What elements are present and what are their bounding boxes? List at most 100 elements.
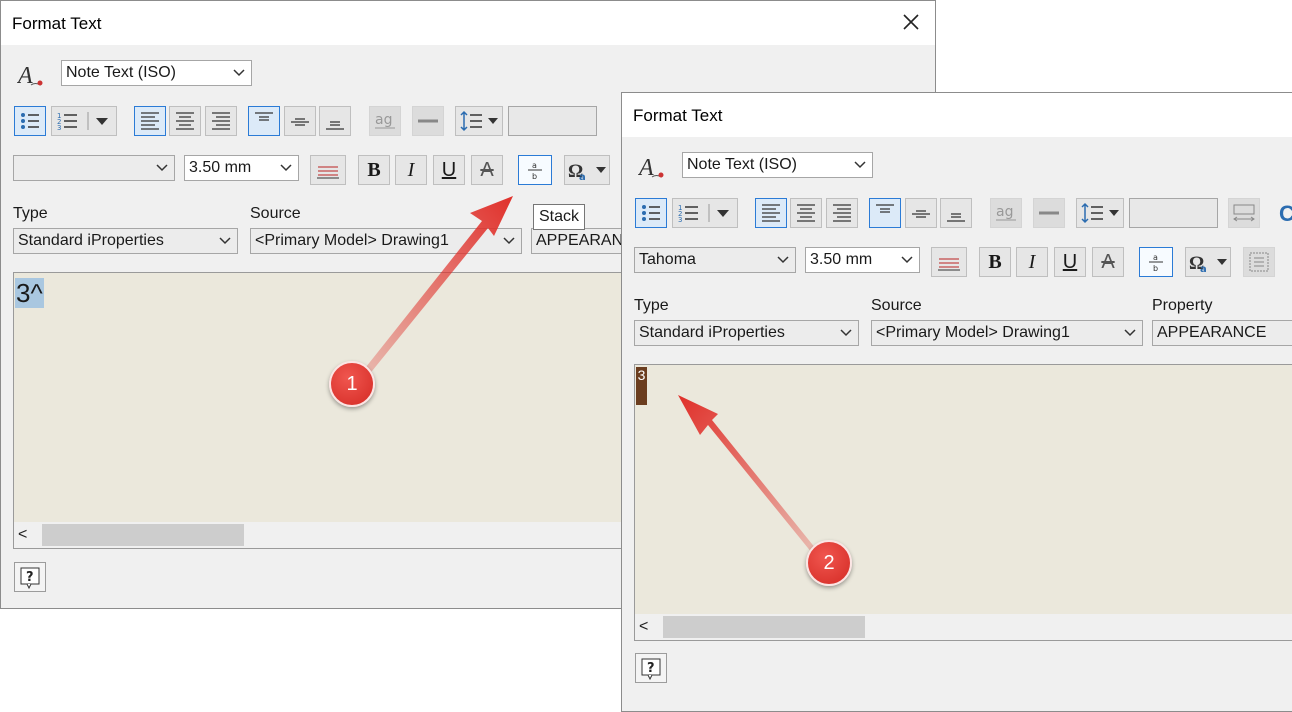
underline-icon: U <box>1062 250 1078 273</box>
align-top-button[interactable] <box>248 106 280 136</box>
numbered-list-button[interactable]: 123 <box>51 106 117 136</box>
svg-text:3: 3 <box>57 124 61 132</box>
line-spacing-value[interactable] <box>508 106 597 136</box>
bullet-list-button[interactable] <box>635 198 667 228</box>
text-editor[interactable]: 3 < <box>634 364 1292 641</box>
case-icon: ag <box>996 204 1016 221</box>
source-combo[interactable]: <Primary Model> Drawing1 <box>250 228 522 254</box>
scroll-left-icon[interactable]: < <box>639 618 648 636</box>
align-left-button[interactable] <box>134 106 166 136</box>
strikethrough-button[interactable]: A <box>1092 247 1124 277</box>
type-combo[interactable]: Standard iProperties <box>634 320 859 346</box>
text-style-value: Note Text (ISO) <box>66 64 176 81</box>
stack-tooltip: Stack <box>533 204 586 230</box>
stack-button[interactable]: ab <box>1139 247 1173 277</box>
scroll-thumb[interactable] <box>42 524 244 546</box>
size-value: 3.50 mm <box>810 251 873 268</box>
align-top-button[interactable] <box>869 198 901 228</box>
source-combo[interactable]: <Primary Model> Drawing1 <box>871 320 1143 346</box>
align-bottom-button[interactable] <box>940 198 972 228</box>
type-label: Type <box>634 297 669 314</box>
layers-icon <box>938 258 960 271</box>
editor-text: 3^ <box>15 278 44 308</box>
case-button[interactable]: ag <box>990 198 1022 228</box>
title-bar: Format Text <box>1 1 935 45</box>
font-combo[interactable] <box>13 155 175 181</box>
align-right-button[interactable] <box>205 106 237 136</box>
line-spacing-button[interactable] <box>455 106 503 136</box>
align-bottom-icon <box>326 121 344 130</box>
chevron-down-icon <box>233 69 245 77</box>
stack-icon: ab <box>528 161 542 181</box>
strikethrough-icon: A <box>480 158 494 181</box>
text-fit-button[interactable] <box>1228 198 1260 228</box>
svg-text:b: b <box>1153 264 1158 273</box>
line-spacing-value[interactable] <box>1129 198 1218 228</box>
line-spacing-icon <box>1081 202 1119 224</box>
help-button[interactable]: ? <box>14 562 46 592</box>
text-editor[interactable]: 3^ < <box>13 272 653 549</box>
numbered-list-button[interactable]: 123 <box>672 198 738 228</box>
case-button[interactable]: ag <box>369 106 401 136</box>
text-style-combo[interactable]: Note Text (ISO) <box>682 152 873 178</box>
type-value: Standard iProperties <box>18 232 164 249</box>
more-tools-icon[interactable]: C <box>1279 201 1292 227</box>
size-combo[interactable]: 3.50 mm <box>805 247 920 273</box>
align-center-icon <box>797 204 815 222</box>
align-right-button[interactable] <box>826 198 858 228</box>
bold-icon: B <box>367 158 381 181</box>
text-style-combo[interactable]: Note Text (ISO) <box>61 60 252 86</box>
svg-text:?: ? <box>26 570 34 585</box>
align-middle-button[interactable] <box>905 198 937 228</box>
line-button[interactable] <box>1033 198 1065 228</box>
chevron-down-icon <box>1124 329 1136 337</box>
align-center-button[interactable] <box>790 198 822 228</box>
symbol-button[interactable]: Ωa <box>564 155 610 185</box>
layers-button[interactable] <box>931 247 967 277</box>
bold-button[interactable]: B <box>358 155 390 185</box>
layers-button[interactable] <box>310 155 346 185</box>
svg-text:3: 3 <box>678 216 682 224</box>
bullet-list-button[interactable] <box>14 106 46 136</box>
align-middle-button[interactable] <box>284 106 316 136</box>
chevron-down-icon <box>840 329 852 337</box>
source-value: <Primary Model> Drawing1 <box>255 232 449 249</box>
type-combo[interactable]: Standard iProperties <box>13 228 238 254</box>
horizontal-scrollbar[interactable]: < <box>14 522 652 548</box>
italic-icon: I <box>1028 250 1036 273</box>
help-button[interactable]: ? <box>635 653 667 683</box>
align-bottom-button[interactable] <box>319 106 351 136</box>
text-box-button[interactable] <box>1243 247 1275 277</box>
scroll-left-icon[interactable]: < <box>18 526 27 544</box>
align-center-button[interactable] <box>169 106 201 136</box>
symbol-button[interactable]: Ωa <box>1185 247 1231 277</box>
stack-button[interactable]: ab <box>518 155 552 185</box>
size-combo[interactable]: 3.50 mm <box>184 155 299 181</box>
close-icon[interactable] <box>901 12 921 32</box>
stacked-text: 3 <box>636 367 647 405</box>
underline-button[interactable]: U <box>433 155 465 185</box>
italic-button[interactable]: I <box>1016 247 1048 277</box>
horizontal-scrollbar[interactable]: < <box>635 614 1292 640</box>
strikethrough-button[interactable]: A <box>471 155 503 185</box>
line-spacing-button[interactable] <box>1076 198 1124 228</box>
scroll-thumb[interactable] <box>663 616 865 638</box>
font-combo[interactable]: Tahoma <box>634 247 796 273</box>
line-button[interactable] <box>412 106 444 136</box>
bold-button[interactable]: B <box>979 247 1011 277</box>
help-icon: ? <box>20 567 40 590</box>
source-label: Source <box>250 205 301 222</box>
align-middle-icon <box>291 118 309 126</box>
property-combo[interactable]: APPEARANCE <box>1152 320 1292 346</box>
text-style-icon: A <box>637 153 666 186</box>
source-label: Source <box>871 297 922 314</box>
svg-text:?: ? <box>647 661 655 676</box>
source-value: <Primary Model> Drawing1 <box>876 324 1070 341</box>
align-right-icon <box>212 112 230 130</box>
italic-button[interactable]: I <box>395 155 427 185</box>
align-left-button[interactable] <box>755 198 787 228</box>
symbol-icon: Ωa <box>568 161 606 182</box>
underline-button[interactable]: U <box>1054 247 1086 277</box>
dialog-title: Format Text <box>633 106 723 125</box>
chevron-down-icon <box>901 256 913 264</box>
